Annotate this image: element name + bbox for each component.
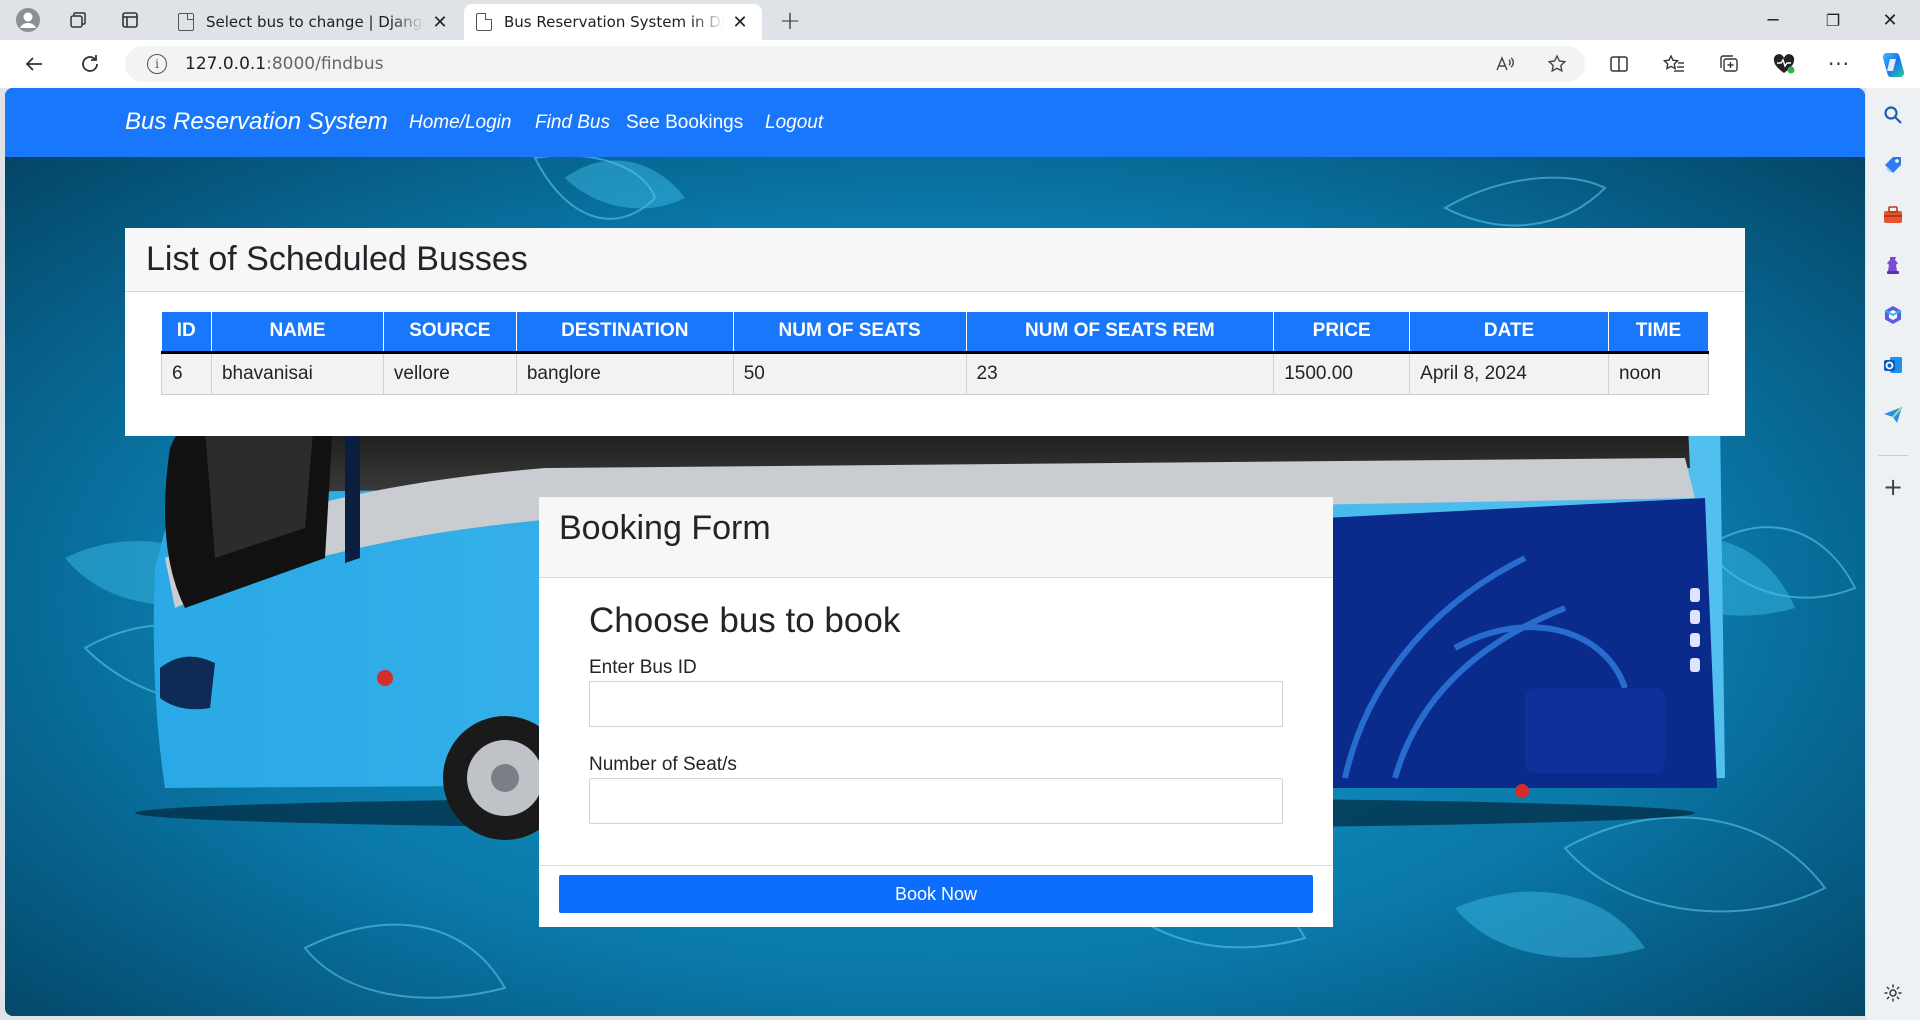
close-window-button[interactable]: ✕ xyxy=(1862,4,1918,36)
minimize-button[interactable]: ─ xyxy=(1745,4,1801,36)
column-header: NUM OF SEATS xyxy=(733,312,967,354)
edge-sidebar: + xyxy=(1866,53,1920,1020)
booking-form-header: Booking Form xyxy=(539,497,1333,578)
scheduled-busses-card: List of Scheduled Busses ID NAME SOURCE … xyxy=(125,228,1745,436)
cell-source: vellore xyxy=(383,352,517,395)
book-now-button[interactable]: Book Now xyxy=(559,875,1313,913)
address-toolbar: i 127.0.0.1:8000/findbus ··· xyxy=(0,40,1920,88)
cell-num-seats-rem: 23 xyxy=(966,352,1275,395)
booking-form-title: Booking Form xyxy=(559,509,771,547)
browser-essentials-icon[interactable] xyxy=(1767,49,1801,79)
collections-icon[interactable] xyxy=(1712,49,1746,79)
page-title: List of Scheduled Busses xyxy=(146,240,528,278)
workspaces-icon[interactable] xyxy=(62,5,94,35)
cell-price: 1500.00 xyxy=(1273,352,1411,395)
send-drop-icon[interactable] xyxy=(1878,400,1908,430)
page-icon xyxy=(476,13,492,31)
table-row: 6 bhavanisai vellore banglore 50 23 1500… xyxy=(161,352,1710,395)
cell-destination: banglore xyxy=(516,352,734,395)
form-divider xyxy=(539,865,1333,866)
site-info-icon[interactable]: i xyxy=(147,54,167,74)
tab-bus-reservation[interactable]: Bus Reservation System in Django ✕ xyxy=(464,4,762,40)
cell-time: noon xyxy=(1608,352,1710,395)
seats-label: Number of Seat/s xyxy=(589,754,737,775)
outlook-icon[interactable] xyxy=(1878,350,1908,380)
tools-briefcase-icon[interactable] xyxy=(1878,200,1908,230)
column-header: NUM OF SEATS REM xyxy=(966,312,1275,354)
column-header: NAME xyxy=(211,312,384,354)
page-viewport: Bus Reservation System Home/Login Find B… xyxy=(5,88,1865,1016)
sidebar-divider xyxy=(1878,455,1908,456)
choose-bus-heading: Choose bus to book xyxy=(589,601,901,640)
refresh-icon[interactable] xyxy=(74,49,106,79)
add-sidebar-app-icon[interactable]: + xyxy=(1878,472,1908,502)
favorite-star-icon[interactable] xyxy=(1540,46,1574,82)
brand-link[interactable]: Bus Reservation System xyxy=(125,108,388,136)
column-header: ID xyxy=(161,312,212,354)
games-chess-icon[interactable] xyxy=(1878,250,1908,280)
favorites-icon[interactable] xyxy=(1657,49,1691,79)
address-bar[interactable]: i 127.0.0.1:8000/findbus xyxy=(125,46,1585,82)
shopping-tag-icon[interactable] xyxy=(1878,150,1908,180)
booking-form-card: Booking Form Choose bus to book Enter Bu… xyxy=(539,497,1333,927)
tab-django-admin[interactable]: Select bus to change | Django site admin… xyxy=(166,4,462,40)
cell-num-seats: 50 xyxy=(733,352,967,395)
bus-id-label: Enter Bus ID xyxy=(589,657,697,678)
microsoft-365-icon[interactable] xyxy=(1878,300,1908,330)
tab-title: Select bus to change | Django site admin xyxy=(206,13,424,31)
column-header: DATE xyxy=(1409,312,1609,354)
seats-input[interactable] xyxy=(589,778,1283,824)
new-tab-button[interactable]: + xyxy=(775,6,805,36)
scheduled-busses-header: List of Scheduled Busses xyxy=(125,228,1745,292)
back-arrow-icon[interactable] xyxy=(18,49,50,79)
tab-title: Bus Reservation System in Django xyxy=(504,13,724,31)
read-aloud-icon[interactable] xyxy=(1488,46,1522,82)
column-header: SOURCE xyxy=(383,312,517,354)
url-text[interactable]: 127.0.0.1:8000/findbus xyxy=(185,54,384,74)
nav-logout-link[interactable]: Logout xyxy=(765,112,823,134)
column-header: TIME xyxy=(1608,312,1710,354)
nav-home-login-link[interactable]: Home/Login xyxy=(409,112,511,134)
column-header: PRICE xyxy=(1273,312,1411,354)
search-icon[interactable] xyxy=(1878,100,1908,130)
table-header-row: ID NAME SOURCE DESTINATION NUM OF SEATS … xyxy=(161,312,1710,354)
close-tab-icon[interactable]: ✕ xyxy=(730,12,750,33)
tab-actions-icon[interactable] xyxy=(114,5,146,35)
column-header: DESTINATION xyxy=(516,312,734,354)
cell-name: bhavanisai xyxy=(211,352,384,395)
bus-table: ID NAME SOURCE DESTINATION NUM OF SEATS … xyxy=(161,312,1710,395)
profile-icon[interactable] xyxy=(12,5,44,35)
sidebar-settings-gear-icon[interactable] xyxy=(1878,978,1908,1008)
page-icon xyxy=(178,13,194,31)
browser-tab-bar: Select bus to change | Django site admin… xyxy=(0,0,1920,40)
close-tab-icon[interactable]: ✕ xyxy=(430,12,450,33)
restore-button[interactable]: ❐ xyxy=(1805,4,1861,36)
nav-find-bus-link[interactable]: Find Bus xyxy=(535,112,610,134)
nav-see-bookings-link[interactable]: See Bookings xyxy=(626,112,743,134)
bus-id-input[interactable] xyxy=(589,681,1283,727)
split-screen-icon[interactable] xyxy=(1602,49,1636,79)
cell-date: April 8, 2024 xyxy=(1409,352,1609,395)
cell-id: 6 xyxy=(161,352,212,395)
more-options-icon[interactable]: ··· xyxy=(1822,49,1856,79)
site-navbar: Bus Reservation System Home/Login Find B… xyxy=(5,88,1865,157)
copilot-icon[interactable] xyxy=(1876,48,1910,82)
